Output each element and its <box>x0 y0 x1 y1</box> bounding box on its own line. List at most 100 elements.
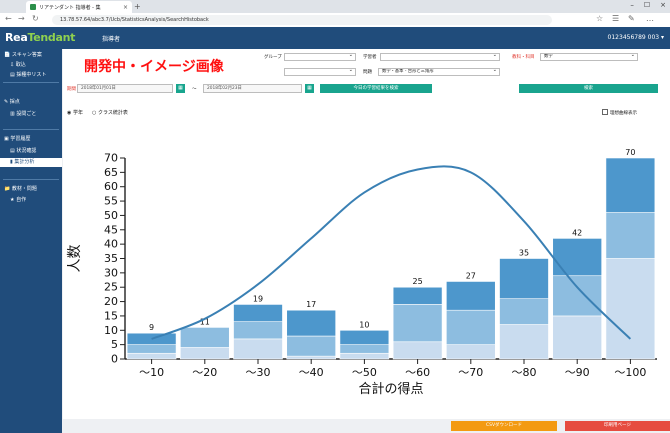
main-panel: 開発中・イメージ画像 グループ 学習者 教科・科目 数学 問題 数学・基本 - … <box>63 49 670 419</box>
bar-segment <box>552 315 602 360</box>
bar-segment <box>552 275 602 317</box>
bar-segment <box>126 352 177 360</box>
sidebar-divider <box>3 129 59 130</box>
address-bar[interactable]: 13.78.57.64/abc3.7/Ucb/StatisticsAnalysi… <box>52 15 552 25</box>
y-tick-label: 15 <box>104 309 118 322</box>
y-tick-label: 5 <box>111 338 118 351</box>
role-label: 指導者 <box>102 36 121 43</box>
sidebar-divider <box>3 179 59 180</box>
bar-segment <box>605 157 656 213</box>
x-tick-label: 〜90 <box>565 366 590 379</box>
sidebar-item-by-question[interactable]: ▥ 設問ごと <box>0 110 62 119</box>
y-tick-label: 0 <box>111 353 118 366</box>
sidebar-section-history[interactable]: ▣ 学習履歴 <box>0 135 62 144</box>
bar-segment <box>233 304 283 322</box>
y-tick-label: 50 <box>104 209 118 222</box>
user-menu[interactable]: 0123456789 003 ▾ <box>608 34 664 41</box>
maximize-icon[interactable]: ☐ <box>644 1 650 9</box>
y-tick-label: 20 <box>104 295 118 308</box>
bar-total-label: 17 <box>306 300 316 309</box>
sidebar-item-import[interactable]: ⇩ 取込 <box>0 61 62 70</box>
x-tick-label: 〜10 <box>139 366 164 379</box>
bar-segment <box>126 332 177 345</box>
close-tab-icon[interactable]: × <box>123 4 128 11</box>
bar-segment <box>446 309 496 345</box>
address-url: 13.78.57.64/abc3.7/Ucb/StatisticsAnalysi… <box>60 17 209 23</box>
x-tick-label: 〜50 <box>352 366 377 379</box>
sidebar-section-materials[interactable]: 📁 教材・問題 <box>0 185 62 194</box>
bar-total-label: 25 <box>413 277 423 286</box>
bar-total-label: 70 <box>625 148 635 157</box>
y-tick-label: 45 <box>104 223 118 236</box>
back-icon[interactable]: ← <box>5 14 12 23</box>
x-tick-label: 〜60 <box>405 366 430 379</box>
bar-segment <box>392 286 443 305</box>
window-controls: – ☐ × <box>630 1 666 9</box>
y-tick-label: 35 <box>104 252 118 265</box>
x-tick-label: 〜30 <box>246 366 271 379</box>
browser-toolbar: ← → ↻ 13.78.57.64/abc3.7/Ucb/StatisticsA… <box>0 13 670 28</box>
y-tick-label: 65 <box>104 166 118 179</box>
bar-total-label: 27 <box>466 271 476 280</box>
bar-segment <box>552 238 602 277</box>
browser-tab[interactable]: リアテンダント 指導者 - 集 × <box>26 1 132 13</box>
forward-icon[interactable]: → <box>18 14 25 23</box>
bar-segment <box>499 324 549 360</box>
bar-segment <box>286 335 336 357</box>
bar-segment <box>499 298 549 325</box>
bar-segment <box>446 281 496 311</box>
bar-segment <box>233 338 283 360</box>
bar-total-label: 35 <box>519 249 529 258</box>
bar-segment <box>605 212 656 259</box>
collections-icon[interactable]: ☰ <box>612 14 619 23</box>
sidebar-item-status[interactable]: ▤ 状況確認 <box>0 147 62 156</box>
sidebar: 📄 スキャン答案 ⇩ 取込 ▤ 採種中リスト ✎ 採点 ▥ 設問ごと ▣ 学習履… <box>0 49 62 433</box>
print-page-button[interactable]: 印刷用ページ <box>565 421 670 431</box>
bar-total-label: 19 <box>253 294 263 303</box>
x-tick-label: 〜80 <box>512 366 537 379</box>
sidebar-item-analysis[interactable]: ▮ 集計分析 <box>0 158 62 167</box>
footer-bar: CSVダウンロード 印刷用ページ <box>63 419 670 433</box>
browser-tab-title: リアテンダント 指導者 - 集 <box>39 4 101 11</box>
bar-total-label: 9 <box>149 323 154 332</box>
sidebar-item-scan-list[interactable]: ▤ 採種中リスト <box>0 71 62 80</box>
y-tick-label: 55 <box>104 195 118 208</box>
score-histogram: 05101520253035404550556065709〜1011〜2019〜… <box>67 148 657 397</box>
new-tab-icon[interactable]: + <box>134 2 141 11</box>
y-tick-label: 30 <box>104 266 118 279</box>
share-icon[interactable]: ✎ <box>628 14 635 23</box>
x-tick-label: 〜100 <box>614 366 646 379</box>
x-tick-label: 〜70 <box>458 366 483 379</box>
sidebar-section-scan[interactable]: 📄 スキャン答案 <box>0 51 62 60</box>
bar-segment <box>339 344 390 354</box>
y-tick-label: 10 <box>104 324 118 337</box>
bar-segment <box>392 341 443 360</box>
bar-segment <box>126 344 177 354</box>
browser-tab-strip: リアテンダント 指導者 - 集 × + – ☐ × <box>0 0 670 13</box>
y-tick-label: 25 <box>104 281 118 294</box>
y-tick-label: 70 <box>104 152 118 165</box>
reload-icon[interactable]: ↻ <box>32 14 39 23</box>
bar-segment <box>446 344 496 360</box>
bar-segment <box>339 352 390 360</box>
app-logo[interactable]: ReaTendant <box>5 31 75 44</box>
sidebar-divider <box>3 82 59 83</box>
bar-segment <box>339 329 390 345</box>
window-close-icon[interactable]: × <box>660 1 666 9</box>
sidebar-item-custom[interactable]: ★ 自作 <box>0 196 62 205</box>
bar-segment <box>180 327 230 348</box>
bar-total-label: 10 <box>359 320 369 329</box>
sidebar-section-grading[interactable]: ✎ 採点 <box>0 98 62 107</box>
bar-segment <box>392 304 443 343</box>
menu-icon[interactable]: … <box>646 14 654 23</box>
star-icon[interactable]: ☆ <box>596 14 603 23</box>
bar-segment <box>233 321 283 340</box>
y-tick-label: 60 <box>104 180 118 193</box>
app-header: ReaTendant 指導者 0123456789 003 ▾ <box>0 27 670 49</box>
bar-total-label: 42 <box>572 228 582 237</box>
x-tick-label: 〜40 <box>299 366 324 379</box>
x-axis-title: 合計の得点 <box>358 381 423 397</box>
y-axis-title: 人数 <box>67 245 83 273</box>
minimize-icon[interactable]: – <box>630 1 634 9</box>
csv-download-button[interactable]: CSVダウンロード <box>451 421 557 431</box>
